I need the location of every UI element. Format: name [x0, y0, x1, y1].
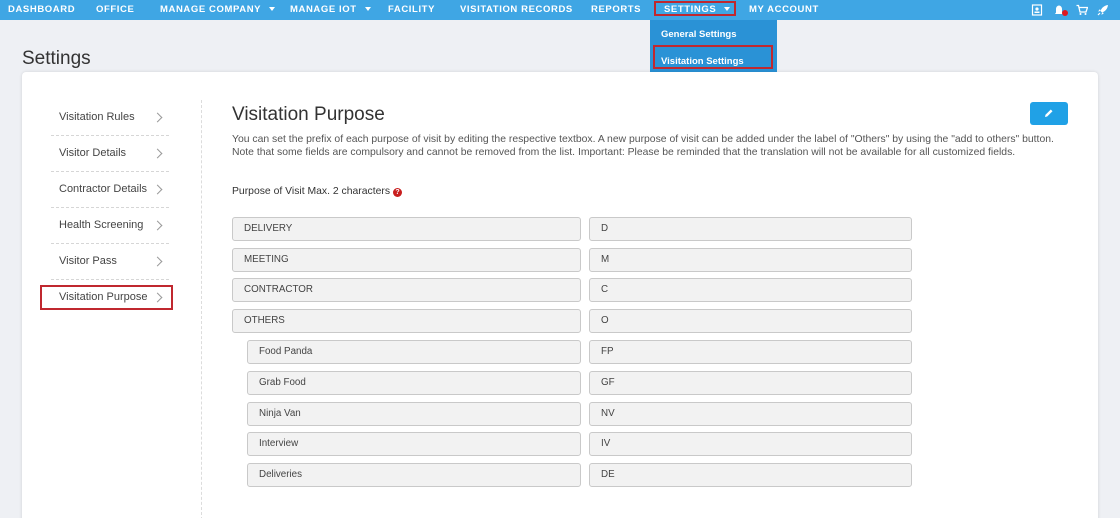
section-title: Visitation Purpose: [232, 104, 385, 125]
sidebar-item-label: Visitation Rules: [59, 111, 135, 123]
rocket-icon[interactable]: [1097, 4, 1109, 16]
purpose-name-field[interactable]: DELIVERY: [232, 217, 581, 241]
sidebar-item-visitor-pass[interactable]: Visitor Pass: [51, 244, 169, 280]
settings-dropdown-menu: General Settings Visitation Settings: [650, 20, 777, 74]
chevron-right-icon: [152, 112, 163, 123]
chevron-right-icon: [152, 220, 163, 231]
visitation-settings-highlight-box: [653, 45, 773, 69]
sidebar-item-label: Visitor Pass: [59, 255, 117, 267]
other-purpose-name-field[interactable]: Ninja Van: [247, 402, 581, 426]
visitation-purpose-highlight-box: [40, 285, 173, 310]
nav-visitation-records[interactable]: VISITATION RECORDS: [460, 0, 573, 20]
nav-manage-iot-label: MANAGE IOT: [290, 4, 357, 15]
sidebar-divider: [201, 100, 202, 518]
nav-manage-company[interactable]: MANAGE COMPANY: [160, 0, 276, 20]
purpose-name-field[interactable]: MEETING: [232, 248, 581, 272]
purpose-name-field[interactable]: OTHERS: [232, 309, 581, 333]
sidebar-item-label: Contractor Details: [59, 183, 148, 195]
top-navigation-bar: DASHBOARD OFFICE MANAGE COMPANY MANAGE I…: [0, 0, 1120, 20]
other-purpose-code-field[interactable]: DE: [589, 463, 912, 487]
other-purpose-name-field[interactable]: Interview: [247, 432, 581, 456]
dropdown-general-settings[interactable]: General Settings: [661, 29, 737, 40]
nav-reports[interactable]: REPORTS: [591, 0, 641, 20]
sidebar-item-label: Health Screening: [59, 219, 144, 231]
other-purpose-code-field[interactable]: FP: [589, 340, 912, 364]
nav-my-account[interactable]: MY ACCOUNT: [749, 0, 819, 20]
nav-manage-iot[interactable]: MANAGE IOT: [290, 0, 371, 20]
chevron-down-icon: [364, 7, 371, 11]
purpose-code-field[interactable]: C: [589, 278, 912, 302]
sidebar-item-label: Visitor Details: [59, 147, 127, 159]
help-icon[interactable]: ?: [393, 188, 403, 197]
sidebar-item-contractor-details[interactable]: Contractor Details: [51, 172, 169, 208]
nav-office[interactable]: OFFICE: [96, 0, 134, 20]
pencil-icon: [1045, 109, 1053, 117]
purpose-field-label-text: Purpose of Visit Max. 2 characters: [232, 186, 391, 197]
settings-highlight-box: [654, 1, 736, 16]
purpose-code-field[interactable]: M: [589, 248, 912, 272]
cart-icon[interactable]: [1076, 4, 1088, 16]
notification-bell-icon[interactable]: [1053, 4, 1069, 16]
sidebar-item-health-screening[interactable]: Health Screening: [51, 208, 169, 244]
chevron-right-icon: [152, 184, 163, 195]
settings-card: Visitation Rules Visitor Details Contrac…: [22, 72, 1098, 518]
chevron-right-icon: [152, 148, 163, 159]
chevron-down-icon: [269, 7, 276, 11]
nav-facility[interactable]: FACILITY: [388, 0, 435, 20]
purpose-code-field[interactable]: D: [589, 217, 912, 241]
edit-button[interactable]: [1030, 102, 1068, 125]
purpose-field-label: Purpose of Visit Max. 2 characters?: [232, 186, 403, 197]
other-purpose-code-field[interactable]: IV: [589, 432, 912, 456]
badge-icon[interactable]: [1031, 4, 1043, 16]
chevron-right-icon: [152, 256, 163, 267]
other-purpose-code-field[interactable]: GF: [589, 371, 912, 395]
section-description: You can set the prefix of each purpose o…: [232, 134, 1054, 158]
purpose-code-field[interactable]: O: [589, 309, 912, 333]
sidebar-item-visitation-rules[interactable]: Visitation Rules: [51, 100, 169, 136]
other-purpose-code-field[interactable]: NV: [589, 402, 912, 426]
nav-manage-company-label: MANAGE COMPANY: [160, 4, 262, 15]
page-title: Settings: [22, 48, 91, 69]
other-purpose-name-field[interactable]: Food Panda: [247, 340, 581, 364]
other-purpose-name-field[interactable]: Deliveries: [247, 463, 581, 487]
other-purpose-name-field[interactable]: Grab Food: [247, 371, 581, 395]
sidebar-item-visitor-details[interactable]: Visitor Details: [51, 136, 169, 172]
purpose-name-field[interactable]: CONTRACTOR: [232, 278, 581, 302]
nav-dashboard[interactable]: DASHBOARD: [8, 0, 75, 20]
